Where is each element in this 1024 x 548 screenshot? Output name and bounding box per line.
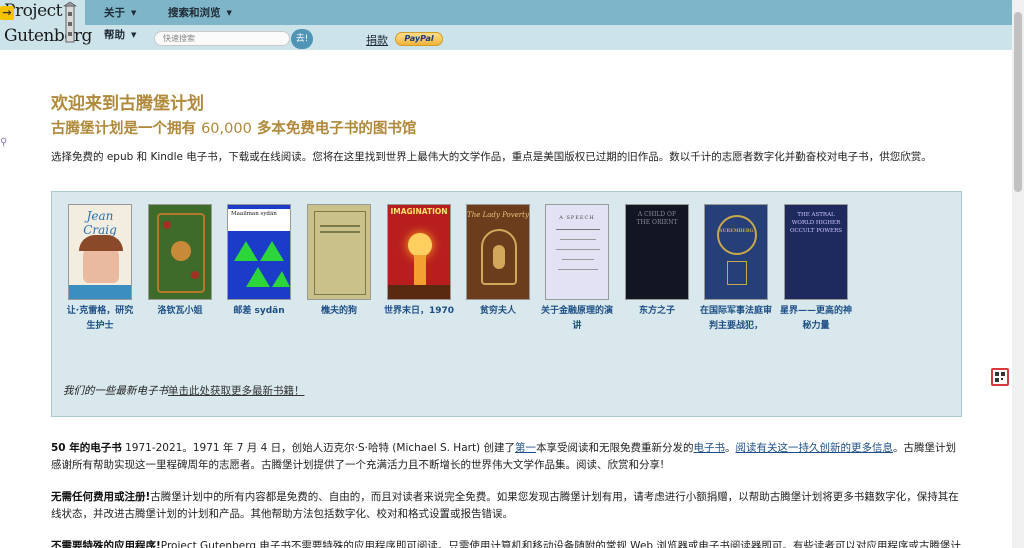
side-link-icon[interactable]: ⚲ [0,138,8,148]
book-title[interactable]: 邮差 sydän [222,304,296,319]
project-gutenberg-logo[interactable]: Project Gutenberg [2,0,92,50]
cover-title: A CHILD OF THE ORIENT [636,211,678,226]
book-cover[interactable]: IMAGINATION [387,204,451,300]
no-app-paragraph: 不需要特殊的应用程序!Project Gutenberg 电子书不需要特殊的应用… [51,538,961,548]
book-cover[interactable]: Jean Craig [68,204,132,300]
book-cover[interactable]: A SPEECH [545,204,609,300]
page-title: 欢迎来到古腾堡计划 [51,94,204,114]
menu-search-browse-label: 搜索和浏览 [168,7,221,19]
latest-books-note: 我们的一些最新电子书单击此处获取更多最新书籍！ [63,383,305,398]
first-ebook-link[interactable]: 第一 [515,442,536,454]
quick-search-input[interactable] [154,31,290,46]
book-card[interactable]: 洛钦瓦小姐 [143,204,217,319]
cover-title: A SPEECH [559,215,595,221]
book-card[interactable]: Maailman sydän 邮差 sydän [222,204,296,319]
book-card[interactable]: The Lady Poverty 贫穷夫人 [461,204,535,319]
book-title[interactable]: 樵夫的狗 [302,304,376,319]
paypal-donate-button[interactable]: PayPal [395,32,443,46]
caret-down-icon: ▼ [131,9,137,17]
book-cover[interactable]: Maailman sydän [227,204,291,300]
book-cover[interactable]: A CHILD OF THE ORIENT [625,204,689,300]
book-card[interactable]: A CHILD OF THE ORIENT 东方之子 [620,204,694,319]
book-count: 60,000 [201,121,252,137]
cover-title: NUREMBERG [718,229,754,234]
cover-title: The Lady Poverty [467,211,529,219]
read-more-link[interactable]: 阅读有关这一持久创新的更多信息 [736,442,894,454]
para-text: Project Gutenberg 电子书不需要特殊的应用程序即可阅读。只需使用… [160,540,961,548]
book-title[interactable]: 洛钦瓦小姐 [143,304,217,319]
book-title[interactable]: 贫穷夫人 [461,304,535,319]
subtitle-post: 多本免费电子书的图书馆 [251,121,417,137]
ebook-link[interactable]: 电子书 [694,442,726,454]
book-cover[interactable] [307,204,371,300]
menu-help-label: 帮助 [104,29,125,41]
book-card[interactable]: Jean Craig 让·克雷格，研究生护士 [63,204,137,334]
book-card[interactable]: IMAGINATION 世界末日，1970 [382,204,456,319]
donate-link[interactable]: 捐款 [366,32,388,48]
book-title[interactable]: 世界末日，1970 [382,304,456,319]
arrow-right-icon[interactable]: → [0,6,14,20]
book-title[interactable]: 星界——更高的神秘力量 [779,304,853,334]
free-heading: 无需任何费用或注册! [51,491,151,503]
intro-text: 选择免费的 epub 和 Kindle 电子书，下载或在线阅读。您将在这里找到世… [51,151,932,163]
anniversary-heading: 50 年的电子书 [51,442,122,454]
book-card[interactable]: A SPEECH 关于金融原理的演讲 [540,204,614,334]
free-paragraph: 无需任何费用或注册!古腾堡计划中的所有内容都是免费的、自由的，而且对读者来说完全… [51,489,961,523]
latest-books-note-text: 我们的一些最新电子书 [63,385,168,397]
book-cover[interactable]: The Lady Poverty [466,204,530,300]
para-text: 古腾堡计划中的所有内容都是免费的、自由的，而且对读者来说完全免费。如果您发现古腾… [51,491,959,520]
anniversary-paragraph: 50 年的电子书 1971-2021。1971 年 7 月 4 日，创始人迈克尔… [51,440,961,474]
page-subtitle: 古腾堡计划是一个拥有 60,000 多本免费电子书的图书馆 [51,118,963,140]
main-content: 欢迎来到古腾堡计划 古腾堡计划是一个拥有 60,000 多本免费电子书的图书馆 … [51,92,963,165]
qr-code-icon[interactable] [991,368,1009,386]
para-text: 本享受阅读和无限免费重新分发的 [536,442,694,454]
scrollbar-thumb[interactable] [1014,12,1022,192]
latest-books-panel: Jean Craig 让·克雷格，研究生护士 洛钦瓦小姐 Maailman sy… [51,191,962,417]
book-card[interactable]: 樵夫的狗 [302,204,376,319]
book-title[interactable]: 关于金融原理的演讲 [540,304,614,334]
book-title[interactable]: 东方之子 [620,304,694,319]
cover-title: IMAGINATION [390,207,448,216]
tower-icon [63,2,77,43]
caret-down-icon: ▼ [226,9,232,17]
book-cover[interactable]: THE ASTRAL WORLD HIGHER OCCULT POWERS [784,204,848,300]
book-cover[interactable] [148,204,212,300]
site-header: Project Gutenberg → 关于 ▼ 搜索和浏览 ▼ 帮助 ▼ 去! 捐款… [0,0,1012,50]
menu-search-browse[interactable]: 搜索和浏览 ▼ [168,5,232,20]
no-app-heading: 不需要特殊的应用程序! [51,540,161,548]
book-title[interactable]: 在国际军事法庭审判主要战犯， [699,304,773,334]
book-card[interactable]: NUREMBERG 在国际军事法庭审判主要战犯， [699,204,773,334]
menu-about-label: 关于 [104,7,125,19]
cover-title: THE ASTRAL WORLD HIGHER OCCULT POWERS [790,212,842,234]
caret-down-icon: ▼ [131,31,137,39]
book-cover[interactable]: NUREMBERG [704,204,768,300]
menu-help[interactable]: 帮助 ▼ [104,27,136,42]
book-card[interactable]: THE ASTRAL WORLD HIGHER OCCULT POWERS 星界… [779,204,853,334]
para-text: 。 [725,442,736,454]
menu-about[interactable]: 关于 ▼ [104,5,136,20]
search-go-button[interactable]: 去! [291,29,313,49]
para-text: 1971 年 7 月 4 日，创始人迈克尔·S·哈特 (Michael S. H… [192,442,515,454]
subtitle-pre: 古腾堡计划是一个拥有 [51,121,202,137]
cover-title: Jean Craig [83,209,117,237]
more-latest-books-link[interactable]: 单击此处获取更多最新书籍！ [168,385,305,397]
book-title[interactable]: 让·克雷格，研究生护士 [63,304,137,334]
vertical-scrollbar[interactable] [1012,0,1024,548]
cover-title: Maailman sydän [231,211,277,217]
anniversary-years: 1971-2021。 [121,442,193,454]
